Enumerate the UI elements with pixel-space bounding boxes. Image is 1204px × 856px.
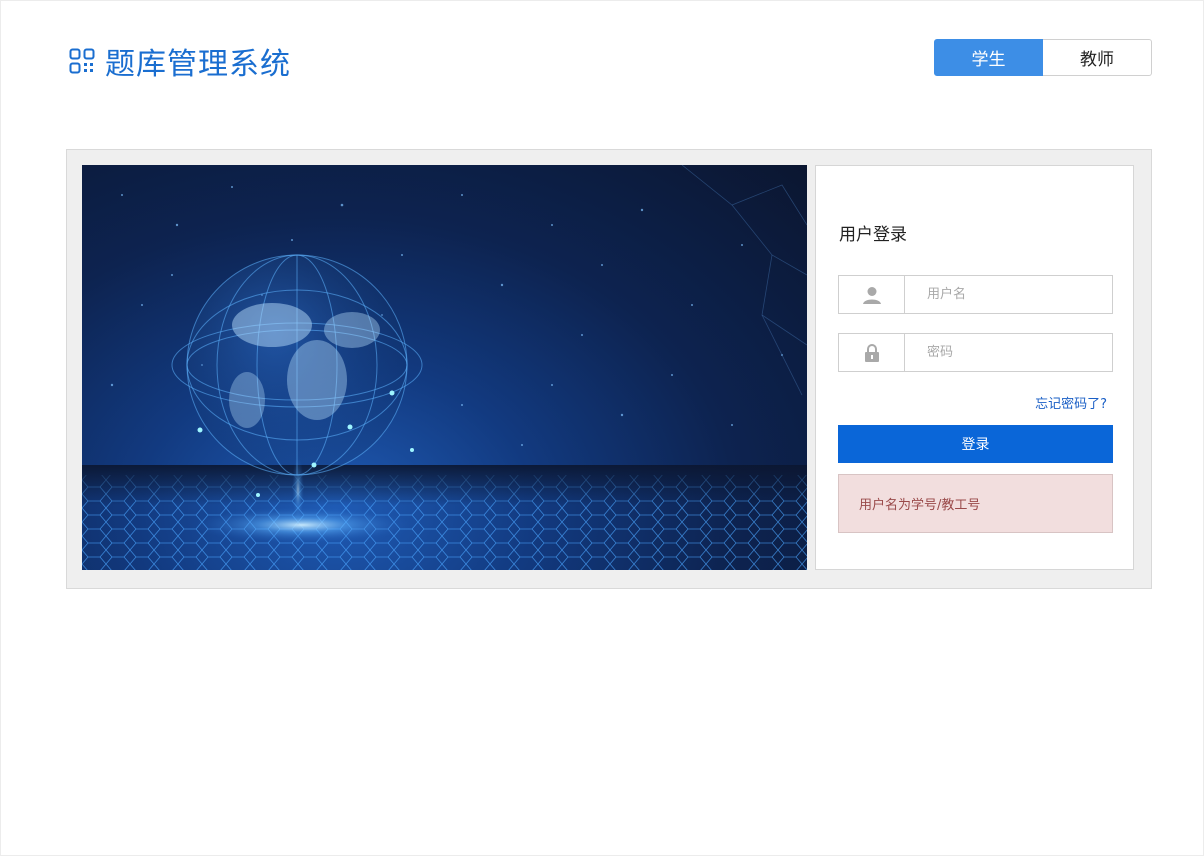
student-role-button[interactable]: 学生 <box>934 39 1043 76</box>
username-field <box>838 275 1113 314</box>
teacher-role-button[interactable]: 教师 <box>1043 39 1152 76</box>
password-field <box>838 333 1113 372</box>
password-input[interactable] <box>905 334 1112 371</box>
grid-logo-icon <box>69 48 95 74</box>
digital-globe-illustration <box>82 165 807 570</box>
login-form: 用户登录 用户名 忘记密码了? 登录 用户名为学号/教工号 <box>815 165 1134 570</box>
brand: 题库管理系统 <box>69 41 291 82</box>
login-button[interactable]: 登录 <box>838 425 1113 463</box>
login-panel: 用户登录 用户名 忘记密码了? 登录 用户名为学号/教工号 <box>66 149 1152 589</box>
page-title: 题库管理系统 <box>105 47 291 82</box>
username-input[interactable] <box>905 276 1112 313</box>
role-switch: 学生 教师 <box>934 39 1152 76</box>
login-hint: 用户名为学号/教工号 <box>838 474 1113 533</box>
forgot-password-link[interactable]: 忘记密码了? <box>1035 393 1107 412</box>
login-page: 题库管理系统 学生 教师 用户登录 用户名 忘记密码了? 登录 用户名为学号/教… <box>0 0 1204 856</box>
lock-icon <box>839 334 905 371</box>
hero-image <box>82 165 807 570</box>
login-title: 用户登录 <box>839 225 907 245</box>
user-icon <box>839 276 905 313</box>
